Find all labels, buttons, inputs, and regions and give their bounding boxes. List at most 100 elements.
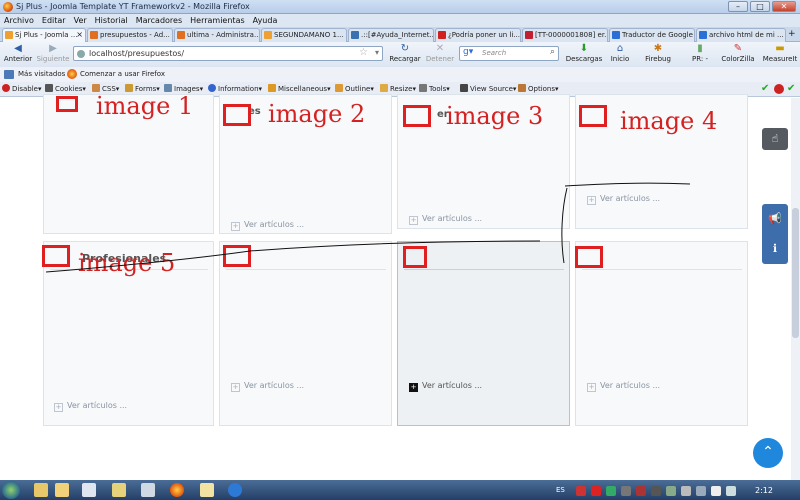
- chevron-down-icon[interactable]: ▾: [375, 48, 379, 57]
- view-source-label: View Source: [470, 85, 513, 93]
- menu-marcadores[interactable]: Marcadores: [136, 16, 182, 25]
- miscellaneous-button[interactable]: Miscellaneous▾: [268, 84, 331, 93]
- scroll-to-top-button[interactable]: ⌃: [753, 438, 783, 468]
- maximize-button[interactable]: □: [750, 1, 770, 12]
- options-icon: [518, 84, 526, 92]
- measureit-label: MeasureIt: [762, 55, 798, 63]
- information-button[interactable]: Information▾: [208, 84, 262, 93]
- tools-button[interactable]: Tools▾: [419, 84, 450, 93]
- tray-icon[interactable]: [606, 486, 616, 496]
- star-icon[interactable]: ☆: [359, 47, 368, 58]
- bookmark-mas-visitados[interactable]: Más visitados: [18, 70, 65, 78]
- cookies-button[interactable]: Cookies▾: [45, 84, 86, 93]
- folder-icon[interactable]: [55, 483, 69, 497]
- explorer-icon[interactable]: [34, 483, 48, 497]
- info-icon[interactable]: ℹ: [762, 234, 788, 264]
- tools-label: Tools: [429, 85, 447, 93]
- cookies-label: Cookies: [55, 85, 83, 93]
- options-button[interactable]: Options▾: [518, 84, 559, 93]
- annotation-scribbles: [45, 182, 691, 273]
- stop-button[interactable]: ✕ Detener: [424, 43, 456, 63]
- tray-icon[interactable]: [591, 486, 601, 496]
- disable-button[interactable]: Disable▾: [2, 84, 41, 93]
- tab-segundamano[interactable]: SEGUNDAMANO 1...: [261, 28, 347, 42]
- colorzilla-button[interactable]: ✎ ColorZilla: [718, 43, 758, 63]
- tray-icon[interactable]: [681, 486, 691, 496]
- clock[interactable]: 2:12: [755, 486, 773, 495]
- options-label: Options: [528, 85, 556, 93]
- information-label: Information: [218, 85, 259, 93]
- internet-explorer-icon[interactable]: [228, 483, 242, 497]
- new-tab-button[interactable]: +: [788, 29, 796, 39]
- error-icon: [774, 84, 784, 94]
- search-icon[interactable]: ⌕: [550, 47, 555, 57]
- home-button[interactable]: ⌂ Inicio: [606, 43, 634, 63]
- home-icon: ⌂: [616, 43, 624, 54]
- tray-icon[interactable]: [621, 486, 631, 496]
- check-icon: ✔: [787, 83, 796, 94]
- resize-button[interactable]: Resize▾: [380, 84, 416, 93]
- tray-icon[interactable]: [666, 486, 676, 496]
- menu-ayuda[interactable]: Ayuda: [253, 16, 278, 25]
- language-indicator[interactable]: ES: [556, 486, 565, 494]
- menu-historial[interactable]: Historial: [95, 16, 128, 25]
- search-box[interactable]: g▾ Search ⌕: [459, 46, 559, 61]
- tray-icon[interactable]: [636, 486, 646, 496]
- tab-archivo-html[interactable]: archivo html de mi ...: [696, 28, 786, 42]
- measureit-button[interactable]: ▬ MeasureIt: [760, 43, 800, 63]
- tray-icon[interactable]: [696, 486, 706, 496]
- app-icon[interactable]: [112, 483, 126, 497]
- pencil-icon: [335, 84, 343, 92]
- url-bar[interactable]: localhost/presupuestos/ ☆ ▾: [73, 46, 383, 61]
- megaphone-icon[interactable]: 📢: [762, 204, 788, 234]
- app-icon[interactable]: [141, 483, 155, 497]
- menu-editar[interactable]: Editar: [42, 16, 66, 25]
- minimize-button[interactable]: –: [728, 1, 748, 12]
- firefox-icon: [67, 69, 77, 79]
- tab-ticket[interactable]: [TT-0000001808] er...: [522, 28, 608, 42]
- app-icon[interactable]: [200, 483, 214, 497]
- tab-label: SEGUNDAMANO 1...: [274, 31, 344, 39]
- tray-icon[interactable]: [576, 486, 586, 496]
- close-button[interactable]: ✕: [772, 1, 796, 12]
- tab-presupuestos[interactable]: presupuestos - Ad...: [87, 28, 173, 42]
- forward-button[interactable]: ▶ Siguiente: [36, 43, 70, 63]
- downloads-button[interactable]: ⬇ Descargas: [565, 43, 603, 63]
- outline-label: Outline: [345, 85, 371, 93]
- menu-herramientas[interactable]: Herramientas: [190, 16, 245, 25]
- tab-label: presupuestos - Ad...: [100, 31, 170, 39]
- pagerank-button[interactable]: ▮ PR: -: [688, 43, 712, 63]
- tab-podria-poner[interactable]: ¿Podría poner un li...: [435, 28, 521, 42]
- window-title: Sj Plus - Joomla Template YT Frameworkv2…: [16, 2, 250, 11]
- scrollbar-thumb[interactable]: [792, 208, 799, 338]
- menu-ver[interactable]: Ver: [74, 16, 87, 25]
- cookies-icon: [45, 84, 53, 92]
- joomla-icon: [5, 31, 13, 39]
- volume-icon[interactable]: [711, 486, 721, 496]
- firebug-icon: ✱: [653, 43, 663, 54]
- menu-archivo[interactable]: Archivo: [4, 16, 34, 25]
- tray-icon[interactable]: [651, 486, 661, 496]
- hand-icon-button[interactable]: ☝: [762, 128, 788, 150]
- bookmark-comenzar[interactable]: Comenzar a usar Firefox: [80, 70, 165, 78]
- tab-sj-plus[interactable]: Sj Plus - Joomla ... ×: [2, 28, 86, 42]
- network-icon[interactable]: [726, 486, 736, 496]
- tab-ayuda-internet[interactable]: .::[#Ayuda_Internet...: [348, 28, 434, 42]
- start-button[interactable]: [2, 481, 20, 499]
- close-tab-icon[interactable]: ×: [76, 29, 83, 41]
- app-icon[interactable]: [82, 483, 96, 497]
- side-widget-panel: 📢 ℹ: [762, 204, 788, 264]
- outline-button[interactable]: Outline▾: [335, 84, 374, 93]
- back-arrow-icon: ◀: [14, 43, 22, 54]
- firefox-icon[interactable]: [170, 483, 184, 497]
- tab-label: archivo html de mi ...: [709, 31, 784, 39]
- google-icon: [612, 31, 620, 39]
- firebug-button[interactable]: ✱ Firebug: [640, 43, 676, 63]
- back-button[interactable]: ◀ Anterior: [3, 43, 33, 63]
- reload-button[interactable]: ↻ Recargar: [388, 43, 422, 63]
- tab-traductor[interactable]: Traductor de Google: [609, 28, 695, 42]
- vertical-scrollbar[interactable]: [791, 98, 800, 480]
- forward-arrow-icon: ▶: [49, 43, 57, 54]
- view-source-button[interactable]: View Source▾: [460, 84, 516, 93]
- tab-ultima[interactable]: ultima - Administra...: [174, 28, 260, 42]
